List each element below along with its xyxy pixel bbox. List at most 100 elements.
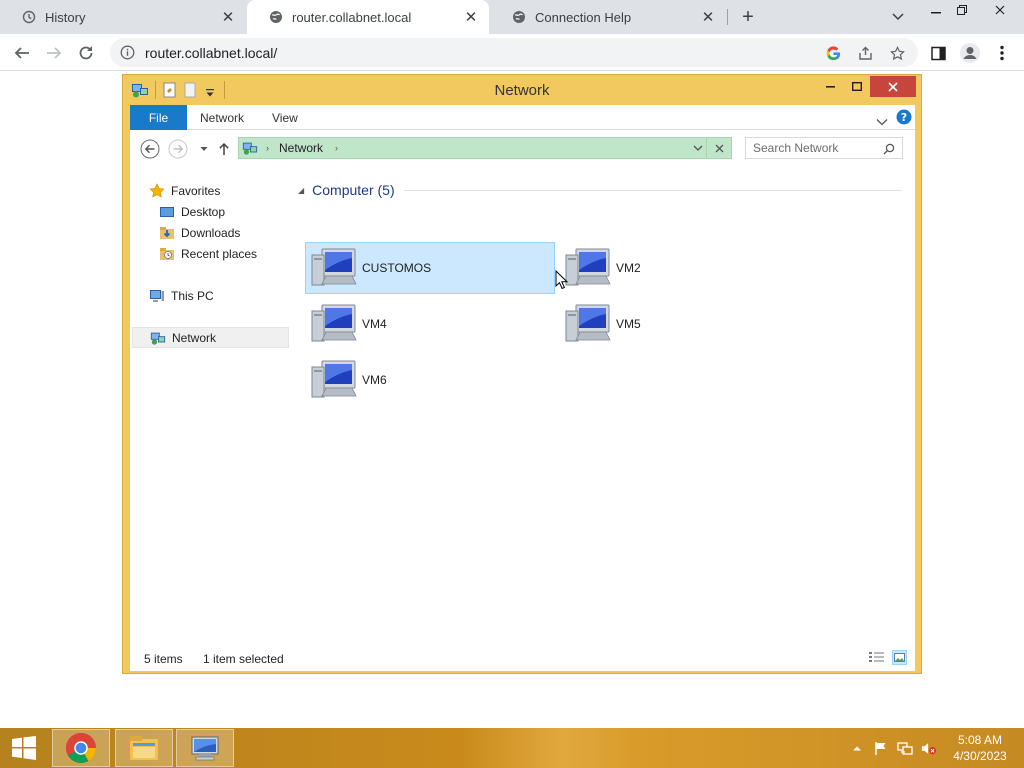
volume-muted-icon[interactable] xyxy=(921,740,937,756)
details-view-icon[interactable] xyxy=(869,651,884,665)
breadcrumb-separator-icon[interactable]: › xyxy=(266,143,269,153)
close-window-icon[interactable] xyxy=(990,3,1010,17)
nav-network[interactable]: Network xyxy=(132,327,289,348)
tab-label: History xyxy=(45,9,86,25)
nav-label: This PC xyxy=(171,288,214,303)
nav-this-pc[interactable]: This PC xyxy=(149,285,214,306)
address-dropdown-chevron-icon[interactable] xyxy=(692,143,704,153)
network-item-customos[interactable]: CUSTOMOS xyxy=(305,242,555,294)
tab-separator xyxy=(727,9,728,25)
back-arrow-icon[interactable] xyxy=(8,39,36,67)
nav-favorites[interactable]: Favorites xyxy=(149,180,220,201)
desktop-icon xyxy=(159,204,175,220)
address-breadcrumb-bar[interactable]: › Network › xyxy=(238,137,732,159)
tab-search-chevron-icon[interactable] xyxy=(888,8,908,26)
file-explorer-icon xyxy=(130,736,158,760)
breadcrumb-separator-icon[interactable]: › xyxy=(335,143,338,153)
profile-avatar-icon[interactable] xyxy=(956,39,984,67)
network-status-icon[interactable] xyxy=(897,740,913,756)
up-arrow-icon[interactable] xyxy=(214,139,234,159)
group-header-computer[interactable]: ◢ Computer (5) xyxy=(296,181,906,199)
clear-address-icon[interactable] xyxy=(713,142,725,154)
svg-text:?: ? xyxy=(901,111,907,124)
taskbar: 5:08 AM 4/30/2023 xyxy=(0,728,1024,768)
taskbar-file-explorer[interactable] xyxy=(115,729,173,767)
reload-icon[interactable] xyxy=(72,39,100,67)
network-icon xyxy=(242,140,258,156)
recent-locations-chevron-icon[interactable] xyxy=(194,139,214,159)
taskbar-clock[interactable]: 5:08 AM 4/30/2023 xyxy=(948,732,1012,764)
tab-router[interactable]: router.collabnet.local ✕ xyxy=(247,0,489,34)
close-tab-icon[interactable]: ✕ xyxy=(700,9,716,26)
action-center-flag-icon[interactable] xyxy=(873,740,889,756)
network-item-vm6[interactable]: VM6 xyxy=(305,354,555,406)
nav-recent-places[interactable]: Recent places xyxy=(159,243,257,264)
close-button[interactable] xyxy=(870,76,916,97)
nav-label: Network xyxy=(172,330,217,345)
forward-arrow-icon[interactable] xyxy=(40,39,68,67)
network-item-vm2[interactable]: VM2 xyxy=(559,242,809,294)
computer-icon xyxy=(311,248,357,286)
show-hidden-icons-icon[interactable] xyxy=(849,740,865,756)
minimize-icon[interactable] xyxy=(926,6,946,20)
info-icon[interactable] xyxy=(119,45,135,61)
tab-label: router.collabnet.local xyxy=(292,9,412,25)
item-label: VM6 xyxy=(362,373,387,387)
nav-desktop[interactable]: Desktop xyxy=(159,201,225,222)
star-icon xyxy=(149,182,165,199)
help-icon[interactable]: ? xyxy=(896,109,912,125)
network-item-vm4[interactable]: VM4 xyxy=(305,298,555,350)
window-title: Network xyxy=(494,82,550,99)
chrome-icon xyxy=(65,733,96,764)
navigation-pane: Favorites Desktop Downloads Recent place… xyxy=(130,168,290,641)
windows-logo-icon xyxy=(12,736,36,760)
tab-label: Connection Help xyxy=(535,9,632,25)
window-body: File Network View ? › Network › Search N… xyxy=(130,105,915,671)
network-item-vm5[interactable]: VM5 xyxy=(559,298,809,350)
address-row: › Network › xyxy=(130,130,915,168)
network-icon xyxy=(150,330,166,346)
computer-icon xyxy=(149,288,165,304)
sidepanel-icon[interactable] xyxy=(924,39,952,67)
expand-ribbon-chevron-icon[interactable] xyxy=(876,113,888,126)
more-menu-icon[interactable] xyxy=(988,39,1016,67)
search-input[interactable] xyxy=(753,141,883,155)
large-icons-view-icon[interactable] xyxy=(892,650,907,665)
nav-label: Recent places xyxy=(181,246,258,261)
status-bar: 5 items 1 item selected xyxy=(130,646,915,670)
bookmark-star-icon[interactable] xyxy=(888,44,906,62)
group-label: Computer (5) xyxy=(312,182,395,198)
minimize-button[interactable] xyxy=(819,76,841,97)
google-icon[interactable] xyxy=(824,44,842,62)
tab-view[interactable]: View xyxy=(272,105,298,130)
new-tab-button[interactable]: + xyxy=(736,5,760,29)
search-box[interactable] xyxy=(745,137,903,159)
browser-tab-strip: History ✕ router.collabnet.local ✕ Conne… xyxy=(0,0,1024,34)
start-button[interactable] xyxy=(0,729,48,767)
file-explorer-window: Network File Network View ? › Network › … xyxy=(122,74,922,674)
restore-icon[interactable] xyxy=(952,3,972,17)
forward-button[interactable] xyxy=(168,139,188,159)
tab-history[interactable]: History ✕ xyxy=(0,0,246,34)
breadcrumb-network[interactable]: Network xyxy=(279,141,323,155)
content-pane: ◢ Computer (5) CUSTOMOS VM2 VM4 VM5 VM6 xyxy=(296,168,915,641)
search-icon[interactable] xyxy=(883,142,896,155)
address-bar[interactable]: router.collabnet.local/ xyxy=(110,38,918,67)
tab-connection-help[interactable]: Connection Help ✕ xyxy=(490,0,726,34)
back-button[interactable] xyxy=(140,139,160,159)
taskbar-remote-desktop[interactable] xyxy=(176,729,234,767)
tab-network[interactable]: Network xyxy=(200,105,244,130)
taskbar-chrome[interactable] xyxy=(52,729,110,767)
collapse-group-icon[interactable]: ◢ xyxy=(298,186,304,195)
computer-icon xyxy=(565,248,611,286)
close-tab-icon[interactable]: ✕ xyxy=(463,9,479,26)
group-divider xyxy=(403,189,902,191)
url-text: router.collabnet.local/ xyxy=(145,44,278,61)
nav-downloads[interactable]: Downloads xyxy=(159,222,240,243)
tab-file[interactable]: File xyxy=(130,105,187,130)
share-icon[interactable] xyxy=(856,44,874,62)
browser-toolbar: router.collabnet.local/ xyxy=(0,34,1024,71)
maximize-button[interactable] xyxy=(845,76,869,97)
mouse-cursor-icon xyxy=(555,270,569,290)
close-tab-icon[interactable]: ✕ xyxy=(220,9,236,26)
